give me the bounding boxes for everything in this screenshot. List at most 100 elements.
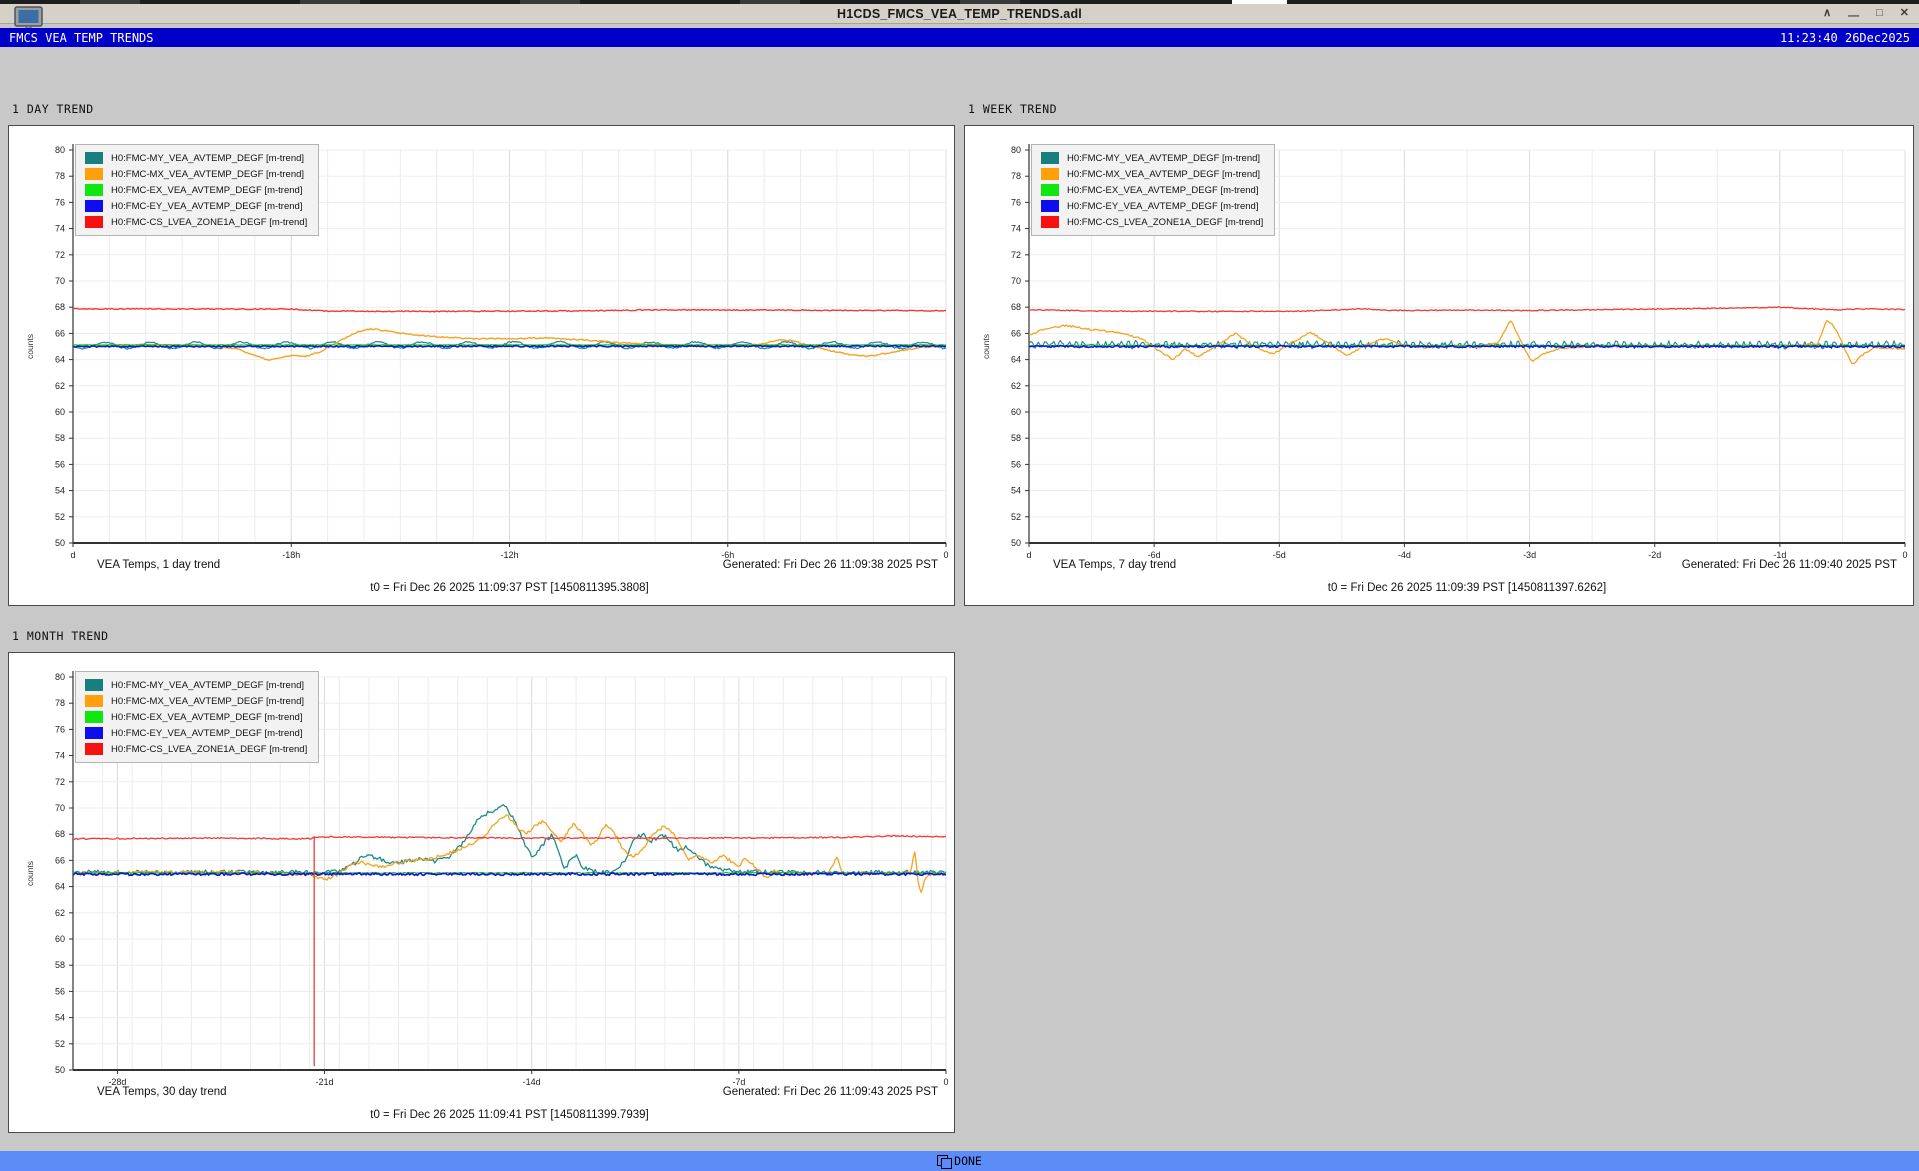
legend-swatch <box>85 168 103 180</box>
legend-label: H0:FMC-CS_LVEA_ZONE1A_DEGF [m-trend] <box>111 217 307 228</box>
svg-text:-14d: -14d <box>523 1077 541 1087</box>
svg-text:60: 60 <box>55 407 65 417</box>
plot-caption: VEA Temps, 7 day trend <box>1053 559 1176 571</box>
svg-text:54: 54 <box>55 486 65 496</box>
svg-text:66: 66 <box>55 328 65 338</box>
legend-swatch <box>85 152 103 164</box>
legend-item: H0:FMC-EX_VEA_AVTEMP_DEGF [m-trend] <box>85 711 307 723</box>
legend-swatch <box>85 184 103 196</box>
legend-label: H0:FMC-EX_VEA_AVTEMP_DEGF [m-trend] <box>111 712 302 723</box>
legend-swatch <box>85 679 103 691</box>
svg-text:74: 74 <box>55 751 65 761</box>
legend-item: H0:FMC-MY_VEA_AVTEMP_DEGF [m-trend] <box>85 152 307 164</box>
legend-item: H0:FMC-MX_VEA_AVTEMP_DEGF [m-trend] <box>85 695 307 707</box>
series-CS <box>73 835 946 839</box>
svg-text:64: 64 <box>1011 355 1021 365</box>
svg-text:60: 60 <box>55 934 65 944</box>
svg-text:72: 72 <box>55 777 65 787</box>
svg-text:74: 74 <box>1011 224 1021 234</box>
legend-item: H0:FMC-EY_VEA_AVTEMP_DEGF [m-trend] <box>85 200 307 212</box>
trend-panel-1week: 50525456586062646668707274767880d-6d-5d-… <box>964 125 1914 606</box>
done-button[interactable]: DONE <box>937 1154 982 1168</box>
legend-label: H0:FMC-EX_VEA_AVTEMP_DEGF [m-trend] <box>1067 185 1258 196</box>
svg-text:-3d: -3d <box>1523 550 1536 560</box>
legend-label: H0:FMC-MX_VEA_AVTEMP_DEGF [m-trend] <box>1067 169 1260 180</box>
maximize-icon[interactable]: □ <box>1876 4 1883 23</box>
legend-item: H0:FMC-CS_LVEA_ZONE1A_DEGF [m-trend] <box>85 743 307 755</box>
legend-swatch <box>85 695 103 707</box>
svg-text:74: 74 <box>55 224 65 234</box>
svg-text:66: 66 <box>55 855 65 865</box>
legend-label: H0:FMC-EX_VEA_AVTEMP_DEGF [m-trend] <box>111 185 302 196</box>
legend-label: H0:FMC-MX_VEA_AVTEMP_DEGF [m-trend] <box>111 696 304 707</box>
svg-text:52: 52 <box>55 512 65 522</box>
svg-text:-5d: -5d <box>1273 550 1286 560</box>
svg-text:68: 68 <box>55 302 65 312</box>
svg-text:64: 64 <box>55 882 65 892</box>
window-title: H1CDS_FMCS_VEA_TEMP_TRENDS.adl <box>837 7 1082 21</box>
svg-text:56: 56 <box>55 986 65 996</box>
legend-item: H0:FMC-EX_VEA_AVTEMP_DEGF [m-trend] <box>85 184 307 196</box>
legend-swatch <box>85 743 103 755</box>
legend-label: H0:FMC-EY_VEA_AVTEMP_DEGF [m-trend] <box>111 728 302 739</box>
section-heading-1day: 1 DAY TREND <box>12 102 94 116</box>
legend-label: H0:FMC-MY_VEA_AVTEMP_DEGF [m-trend] <box>1067 153 1260 164</box>
legend: H0:FMC-MY_VEA_AVTEMP_DEGF [m-trend] H0:FM… <box>75 144 319 236</box>
window-titlebar: H1CDS_FMCS_VEA_TEMP_TRENDS.adl <box>0 4 1919 24</box>
trend-panel-1month: 50525456586062646668707274767880-28d-21d… <box>8 652 955 1133</box>
section-heading-1week: 1 WEEK TREND <box>968 102 1057 116</box>
legend-swatch <box>1041 184 1059 196</box>
svg-text:72: 72 <box>1011 250 1021 260</box>
svg-text:78: 78 <box>1011 171 1021 181</box>
svg-text:56: 56 <box>1011 459 1021 469</box>
svg-text:64: 64 <box>55 355 65 365</box>
svg-text:70: 70 <box>1011 276 1021 286</box>
svg-text:70: 70 <box>55 276 65 286</box>
plot-caption: VEA Temps, 1 day trend <box>97 559 220 571</box>
done-button-label: DONE <box>954 1154 982 1168</box>
medm-header-bar: FMCS VEA TEMP TRENDS 11:23:40 26Dec2025 <box>0 28 1919 47</box>
svg-text:50: 50 <box>55 538 65 548</box>
legend: H0:FMC-MY_VEA_AVTEMP_DEGF [m-trend] H0:FM… <box>1031 144 1275 236</box>
svg-text:80: 80 <box>55 145 65 155</box>
legend-item: H0:FMC-CS_LVEA_ZONE1A_DEGF [m-trend] <box>85 216 307 228</box>
svg-text:80: 80 <box>1011 145 1021 155</box>
svg-text:60: 60 <box>1011 407 1021 417</box>
section-heading-1month: 1 MONTH TREND <box>12 629 109 643</box>
legend-swatch <box>85 216 103 228</box>
legend-swatch <box>1041 200 1059 212</box>
svg-text:0: 0 <box>943 550 948 560</box>
svg-text:52: 52 <box>55 1039 65 1049</box>
svg-text:52: 52 <box>1011 512 1021 522</box>
series-EY <box>73 346 946 348</box>
svg-text:76: 76 <box>55 724 65 734</box>
legend-item: H0:FMC-EY_VEA_AVTEMP_DEGF [m-trend] <box>85 727 307 739</box>
generated-timestamp: Generated: Fri Dec 26 11:09:40 2025 PST <box>1682 559 1897 571</box>
y-axis-label: counts <box>25 861 35 886</box>
svg-text:66: 66 <box>1011 328 1021 338</box>
t0-timestamp: t0 = Fri Dec 26 2025 11:09:41 PST [14508… <box>73 1109 946 1121</box>
svg-text:80: 80 <box>55 672 65 682</box>
svg-text:50: 50 <box>55 1065 65 1075</box>
series-MX <box>73 815 946 892</box>
legend-item: H0:FMC-EY_VEA_AVTEMP_DEGF [m-trend] <box>1041 200 1263 212</box>
svg-text:78: 78 <box>55 171 65 181</box>
svg-text:70: 70 <box>55 803 65 813</box>
legend-label: H0:FMC-MY_VEA_AVTEMP_DEGF [m-trend] <box>111 680 304 691</box>
svg-text:58: 58 <box>55 960 65 970</box>
svg-text:54: 54 <box>55 1013 65 1023</box>
svg-text:54: 54 <box>1011 486 1021 496</box>
minimize-icon[interactable]: — <box>1848 7 1859 26</box>
legend-label: H0:FMC-CS_LVEA_ZONE1A_DEGF [m-trend] <box>111 744 307 755</box>
bottom-bar: DONE <box>0 1151 1919 1171</box>
legend-swatch <box>1041 152 1059 164</box>
svg-text:78: 78 <box>55 698 65 708</box>
svg-text:56: 56 <box>55 459 65 469</box>
legend-swatch <box>1041 216 1059 228</box>
svg-text:d: d <box>70 550 75 560</box>
legend-swatch <box>85 711 103 723</box>
svg-text:58: 58 <box>1011 433 1021 443</box>
svg-text:68: 68 <box>1011 302 1021 312</box>
close-icon[interactable]: ✕ <box>1900 4 1909 23</box>
shade-icon[interactable]: ∧ <box>1823 4 1831 23</box>
